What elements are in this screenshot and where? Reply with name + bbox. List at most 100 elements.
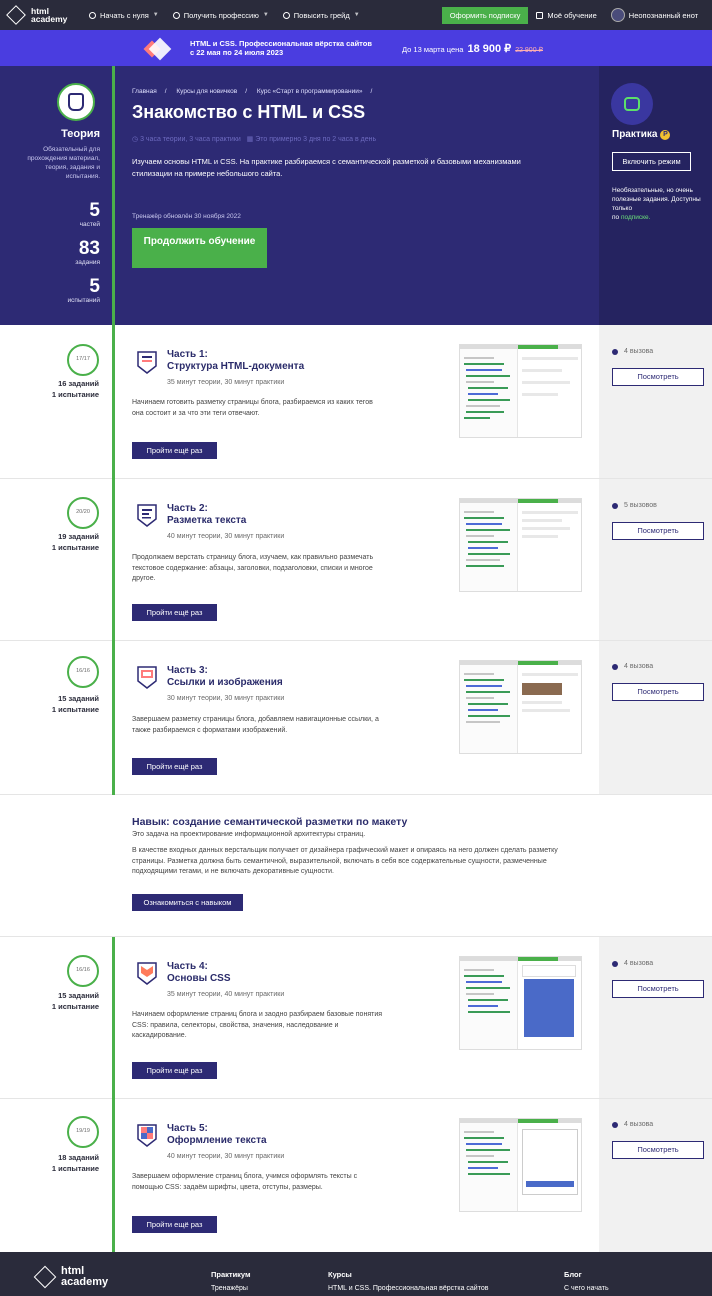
course-part: 17/17 16 заданий 1 испытание Часть 1: Стр… (0, 325, 712, 479)
practice-title: Практика (612, 129, 658, 140)
progress-ring: 16/16 (67, 955, 99, 987)
footer-logo[interactable]: html academy (33, 1265, 109, 1289)
avatar (610, 8, 625, 22)
part-task-count: 15 заданий 1 испытание (51, 991, 99, 1011)
logo-icon (6, 5, 26, 25)
course-part: 16/16 15 заданий 1 испытание Часть 3: Ссы… (0, 641, 712, 795)
redo-part-button[interactable]: Пройти ещё раз (132, 1062, 217, 1079)
briefcase-icon (172, 11, 180, 19)
chevron-down-icon: ▼ (152, 12, 159, 18)
theory-hand-icon (57, 83, 95, 121)
page-title: Знакомство с HTML и CSS (132, 102, 366, 122)
theory-title: Теория (61, 128, 100, 140)
part-duration: 40 минут теории, 30 минут практики (167, 533, 285, 540)
part-duration: 40 минут теории, 30 минут практики (167, 1153, 285, 1160)
nav-start-from-zero[interactable]: Начать с нуля ▼ (89, 11, 159, 20)
part-preview-image[interactable] (459, 956, 582, 1050)
course-part: 20/20 19 заданий 1 испытание Часть 2: Раз… (0, 479, 712, 641)
skill-block: Навык: создание семантической разметки п… (0, 795, 712, 937)
course-part: 19/19 18 заданий 1 испытание Часть 5: Офо… (0, 1099, 712, 1252)
text-markup-icon (137, 504, 157, 527)
theory-panel: Теория Обязательный для прохождения мате… (0, 66, 113, 325)
breadcrumb-home[interactable]: Главная (132, 88, 157, 95)
part-number: Часть 5: (167, 1123, 208, 1134)
course-duration: ◷ 3 часа теории, 3 часа практики ▦ Это п… (132, 136, 377, 143)
promo-price: До 13 марта цена 18 900 ₽ 22 900 ₽ (402, 42, 543, 55)
part-preview-image[interactable] (459, 344, 582, 438)
enable-mode-button[interactable]: Включить режим (612, 152, 691, 171)
part-title[interactable]: Оформление текста (167, 1135, 267, 1147)
nav-raise-grade[interactable]: Повысить грейд ▼ (282, 11, 360, 20)
skill-description: В качестве входных данных верстальщик по… (132, 847, 558, 875)
logo-icon (33, 1265, 57, 1289)
practice-note: Необязательные, но очень полезные задани… (612, 187, 701, 221)
course-part: 16/16 15 заданий 1 испытание Часть 4: Осн… (0, 937, 712, 1099)
user-menu[interactable]: Неопознанный енот (610, 8, 698, 22)
view-button[interactable]: Посмотреть (612, 522, 704, 540)
redo-part-button[interactable]: Пройти ещё раз (132, 442, 217, 459)
stat-parts: 5 частей (79, 200, 100, 229)
part-description: Завершаем разметку страницы блога, добав… (132, 716, 379, 734)
fist-icon (611, 83, 653, 125)
premium-badge: P (660, 129, 671, 140)
site-logo[interactable]: html academy (6, 5, 81, 25)
footer: html academy Практикум Тренажёры Курсы H… (0, 1252, 712, 1296)
course-description: Изучаем основы HTML и CSS. На практике р… (132, 157, 521, 178)
subscribe-button[interactable]: Оформить подписку (441, 6, 529, 24)
part-title[interactable]: Ссылки и изображения (167, 677, 283, 689)
part-title[interactable]: Структура HTML-документа (167, 361, 304, 373)
breadcrumb-beginner-courses[interactable]: Курсы для новичков (176, 88, 237, 95)
breadcrumb: Главная / Курсы для новичков / Курс «Старт… (132, 88, 373, 95)
calendar-icon: ▦ (246, 136, 254, 143)
timeline-line (112, 66, 115, 795)
footer-column-blog: Блог С чего начать (564, 1270, 609, 1292)
skill-subtitle: Это задача на проектирование информацион… (132, 831, 366, 838)
compass-icon (89, 11, 96, 19)
footer-link[interactable]: С чего начать (564, 1285, 609, 1292)
part-task-count: 16 заданий 1 испытание (51, 379, 99, 399)
calls-count: 4 вызова (612, 348, 653, 355)
css-basics-icon (137, 962, 157, 985)
theory-description: Обязательный для прохождения материал, т… (27, 146, 100, 180)
calls-count: 4 вызова (612, 663, 653, 670)
progress-ring: 19/19 (67, 1116, 99, 1148)
part-task-count: 18 заданий 1 испытание (51, 1153, 99, 1173)
chevron-down-icon: ▼ (353, 12, 360, 18)
part-title[interactable]: Основы CSS (167, 973, 231, 985)
learn-skill-button[interactable]: Ознакомиться с навыком (132, 894, 243, 911)
footer-column-courses: Курсы HTML и CSS. Профессиональная вёрст… (328, 1270, 489, 1292)
part-description: Завершаем оформление страниц блога, учим… (132, 1173, 358, 1191)
my-learning-link[interactable]: Моё обучение (536, 11, 597, 20)
breadcrumb-course[interactable]: Курс «Старт в программировании» (257, 88, 363, 95)
promo-banner[interactable]: HTML и CSS. Профессиональная вёрстка сай… (0, 30, 712, 66)
part-preview-image[interactable] (459, 498, 582, 592)
text-styling-icon (137, 1124, 157, 1147)
footer-link[interactable]: HTML и CSS. Профессиональная вёрстка сай… (328, 1285, 488, 1292)
part-preview-image[interactable] (459, 1118, 582, 1212)
view-button[interactable]: Посмотреть (612, 980, 704, 998)
subscription-link[interactable]: подписке. (621, 214, 651, 221)
progress-ring: 17/17 (67, 344, 99, 376)
part-description: Начинаем оформление страниц блога и заод… (132, 1011, 383, 1039)
chevron-down-icon: ▼ (262, 12, 269, 18)
updated-date: Тренажёр обновлён 30 ноября 2022 (132, 213, 241, 220)
nav-get-profession[interactable]: Получить профессию ▼ (172, 11, 269, 20)
skill-title: Навык: создание семантической разметки п… (132, 816, 408, 828)
view-button[interactable]: Посмотреть (612, 683, 704, 701)
continue-learning-button[interactable]: Продолжить обучение (132, 228, 267, 268)
view-button[interactable]: Посмотреть (612, 1141, 704, 1159)
promo-dates: с 22 мая по 24 июля 2023 (190, 48, 284, 57)
redo-part-button[interactable]: Пройти ещё раз (132, 758, 217, 775)
arrow-up-icon (282, 11, 290, 19)
progress-ring: 20/20 (67, 497, 99, 529)
redo-part-button[interactable]: Пройти ещё раз (132, 1216, 217, 1233)
part-preview-image[interactable] (459, 660, 582, 754)
clock-icon: ◷ (132, 136, 139, 143)
part-number: Часть 2: (167, 503, 208, 514)
view-button[interactable]: Посмотреть (612, 368, 704, 386)
part-title[interactable]: Разметка текста (167, 515, 246, 527)
part-duration: 35 минут теории, 30 минут практики (167, 379, 285, 386)
calls-count: 5 вызовов (612, 502, 657, 509)
footer-link[interactable]: Тренажёры (211, 1285, 251, 1292)
redo-part-button[interactable]: Пройти ещё раз (132, 604, 217, 621)
